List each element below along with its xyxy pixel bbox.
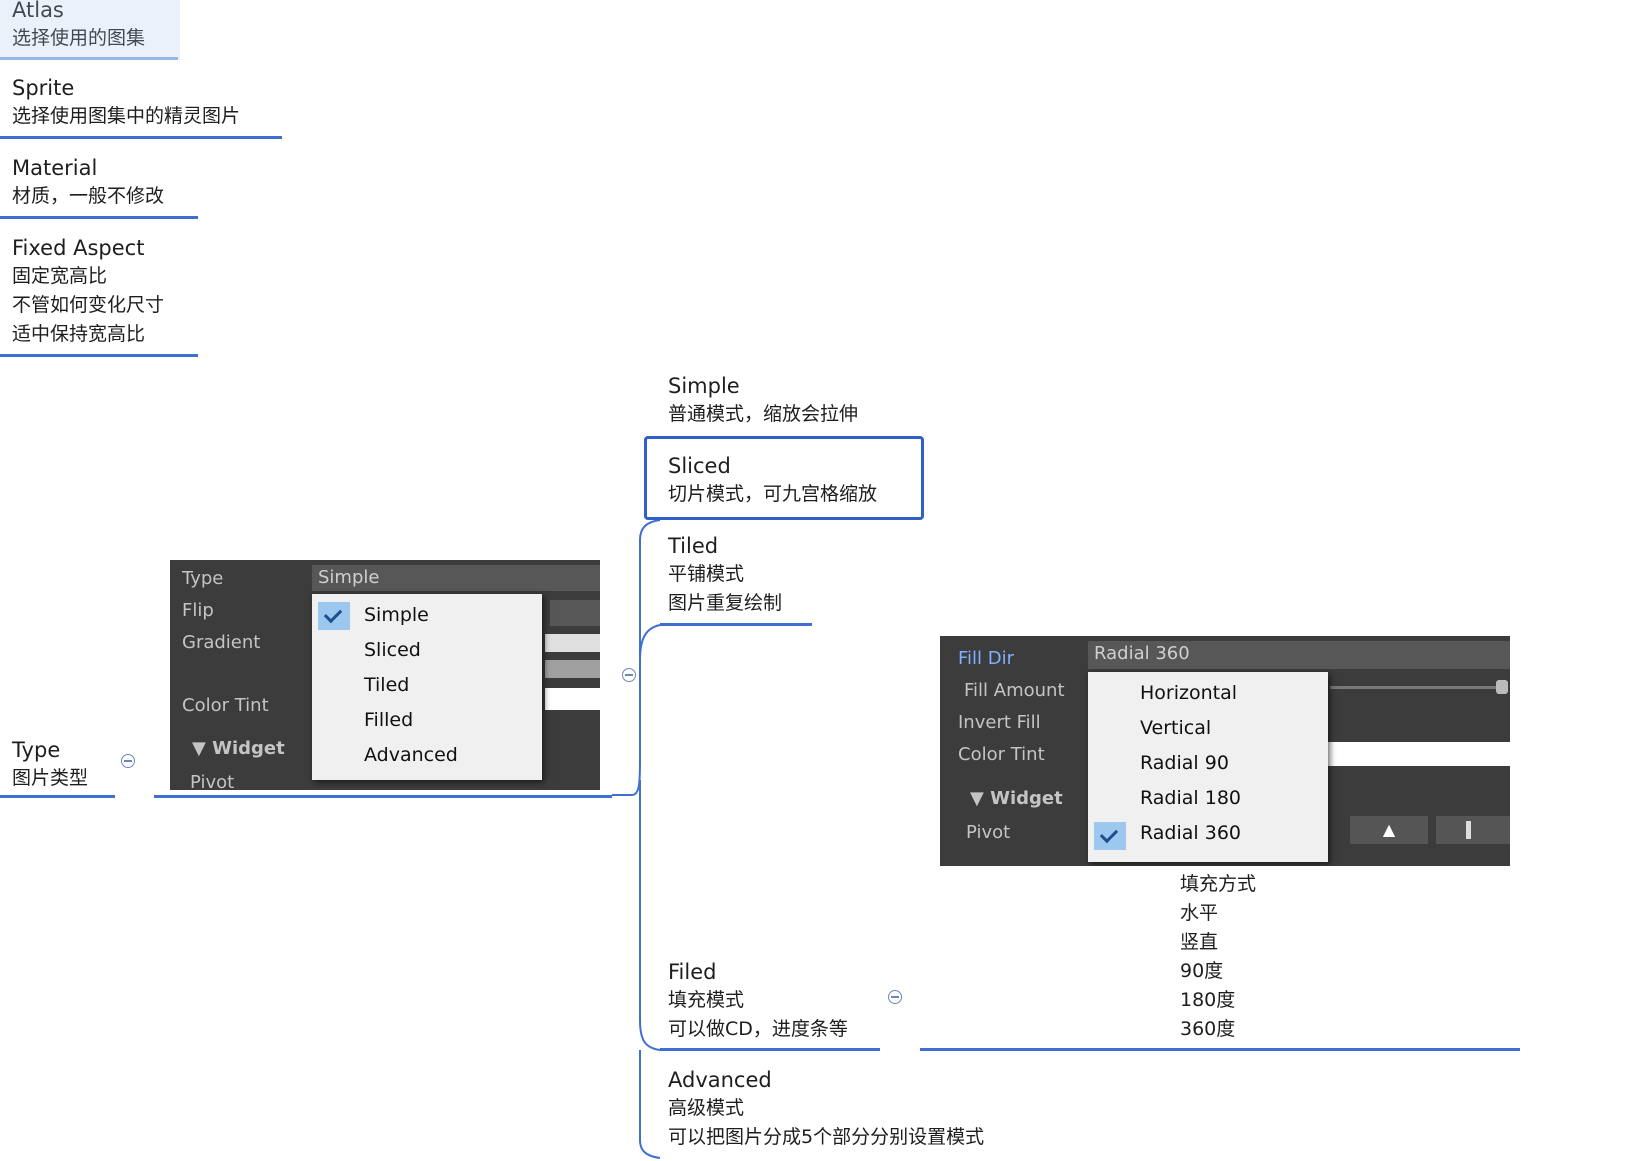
check-icon xyxy=(1094,822,1126,850)
type-inspector-image: Type Flip Gradient Color Tint ▼ Widget P… xyxy=(170,560,600,790)
node-line: 填充模式 xyxy=(668,989,745,1011)
node-underline xyxy=(0,216,198,219)
node-desc: 图片类型 xyxy=(12,767,89,789)
pivot-center-button[interactable] xyxy=(1436,816,1510,844)
node-underline xyxy=(0,795,115,798)
panel-label: ▼ Widget xyxy=(192,738,285,759)
check-icon xyxy=(318,602,350,630)
color-tint-swatch xyxy=(1325,742,1510,766)
node-title: Type xyxy=(12,738,61,762)
node-underline xyxy=(920,1048,1520,1051)
panel-label: Gradient xyxy=(182,632,261,653)
panel-label: Pivot xyxy=(190,772,235,790)
node-sliced[interactable]: Sliced 切片模式，可九宫格缩放 xyxy=(668,452,877,509)
node-line: 适中保持宽高比 xyxy=(12,323,146,345)
node-line: 不管如何变化尺寸 xyxy=(12,294,165,316)
note-line: 360度 xyxy=(1180,1018,1236,1040)
gradient-strip xyxy=(545,634,600,652)
menu-option-radial-180[interactable]: Radial 180 xyxy=(1140,787,1241,809)
panel-label: ▼ Widget xyxy=(970,788,1063,809)
collapse-toggle-icon[interactable] xyxy=(888,990,902,1004)
menu-option-simple[interactable]: Simple xyxy=(364,604,429,626)
node-desc: 选择使用图集中的精灵图片 xyxy=(12,105,241,127)
node-material[interactable]: Material 材质，一般不修改 xyxy=(12,154,164,211)
node-type[interactable]: Type 图片类型 xyxy=(12,736,88,793)
node-sprite[interactable]: Sprite 选择使用图集中的精灵图片 xyxy=(12,74,240,131)
menu-option-sliced[interactable]: Sliced xyxy=(364,639,421,661)
flip-field xyxy=(550,600,600,626)
node-line: 可以把图片分成5个部分分别设置模式 xyxy=(668,1126,985,1148)
panel-label: Pivot xyxy=(966,822,1011,843)
collapse-toggle-icon[interactable] xyxy=(121,754,135,768)
node-line: 图片重复绘制 xyxy=(668,592,783,614)
note-line: 90度 xyxy=(1180,960,1224,982)
collapse-toggle-icon[interactable] xyxy=(622,668,636,682)
node-title: Sliced xyxy=(668,454,731,478)
note-line: 竖直 xyxy=(1180,931,1219,953)
node-desc: 普通模式，缩放会拉伸 xyxy=(668,403,859,425)
node-title: Sprite xyxy=(12,76,75,100)
node-line: 平铺模式 xyxy=(668,563,745,585)
gradient-strip xyxy=(545,660,600,678)
node-underline xyxy=(660,1048,880,1051)
panel-label: Fill Amount xyxy=(964,680,1065,701)
fill-amount-slider[interactable] xyxy=(1330,686,1500,689)
node-fixed-aspect[interactable]: Fixed Aspect 固定宽高比 不管如何变化尺寸 适中保持宽高比 xyxy=(12,234,164,349)
node-desc: 材质，一般不修改 xyxy=(12,185,165,207)
node-line: 固定宽高比 xyxy=(12,265,108,287)
node-underline xyxy=(0,354,198,357)
node-underline xyxy=(154,795,612,798)
node-underline xyxy=(660,623,812,626)
note-line: 填充方式 xyxy=(1180,873,1257,895)
node-title: Simple xyxy=(668,374,740,398)
menu-option-vertical[interactable]: Vertical xyxy=(1140,717,1211,739)
node-line: 高级模式 xyxy=(668,1097,745,1119)
menu-option-filled[interactable]: Filled xyxy=(364,709,413,731)
node-tiled[interactable]: Tiled 平铺模式 图片重复绘制 xyxy=(668,532,782,618)
node-atlas-highlight xyxy=(0,0,180,60)
node-fill-notes[interactable]: 填充方式 水平 竖直 90度 180度 360度 xyxy=(1180,870,1256,1044)
color-tint-swatch xyxy=(545,688,600,710)
menu-option-tiled[interactable]: Tiled xyxy=(364,674,409,696)
node-line: 可以做CD，进度条等 xyxy=(668,1018,848,1040)
fill-dir-dropdown[interactable]: Radial 360 xyxy=(1088,641,1510,669)
note-line: 180度 xyxy=(1180,989,1236,1011)
fill-inspector-image: Fill Dir Fill Amount Invert Fill Color T… xyxy=(940,636,1510,866)
node-title: Material xyxy=(12,156,98,180)
fill-dir-dropdown-menu: Horizontal Vertical Radial 90 Radial 180… xyxy=(1088,672,1328,862)
node-title: Tiled xyxy=(668,534,719,558)
node-title: Fixed Aspect xyxy=(12,236,145,260)
menu-option-advanced[interactable]: Advanced xyxy=(364,744,458,766)
panel-label: Flip xyxy=(182,600,214,621)
node-filed[interactable]: Filed 填充模式 可以做CD，进度条等 xyxy=(668,958,848,1044)
menu-option-radial-360[interactable]: Radial 360 xyxy=(1140,822,1241,844)
node-desc: 切片模式，可九宫格缩放 xyxy=(668,483,878,505)
pivot-up-button[interactable]: ▲ xyxy=(1350,816,1428,844)
panel-label: Color Tint xyxy=(182,695,269,716)
menu-option-radial-90[interactable]: Radial 90 xyxy=(1140,752,1229,774)
panel-label: Invert Fill xyxy=(958,712,1041,733)
node-title: Filed xyxy=(668,960,717,984)
type-dropdown-menu: Simple Sliced Tiled Filled Advanced xyxy=(312,594,542,780)
panel-label: Type xyxy=(182,568,224,589)
node-simple[interactable]: Simple 普通模式，缩放会拉伸 xyxy=(668,372,858,429)
note-line: 水平 xyxy=(1180,902,1219,924)
menu-option-horizontal[interactable]: Horizontal xyxy=(1140,682,1237,704)
panel-label: Fill Dir xyxy=(958,648,1015,669)
panel-label: Color Tint xyxy=(958,744,1045,765)
slider-handle[interactable] xyxy=(1496,680,1508,694)
node-advanced[interactable]: Advanced 高级模式 可以把图片分成5个部分分别设置模式 xyxy=(668,1066,984,1152)
node-title: Advanced xyxy=(668,1068,772,1092)
node-underline xyxy=(0,136,282,139)
type-dropdown[interactable]: Simple xyxy=(312,565,600,591)
